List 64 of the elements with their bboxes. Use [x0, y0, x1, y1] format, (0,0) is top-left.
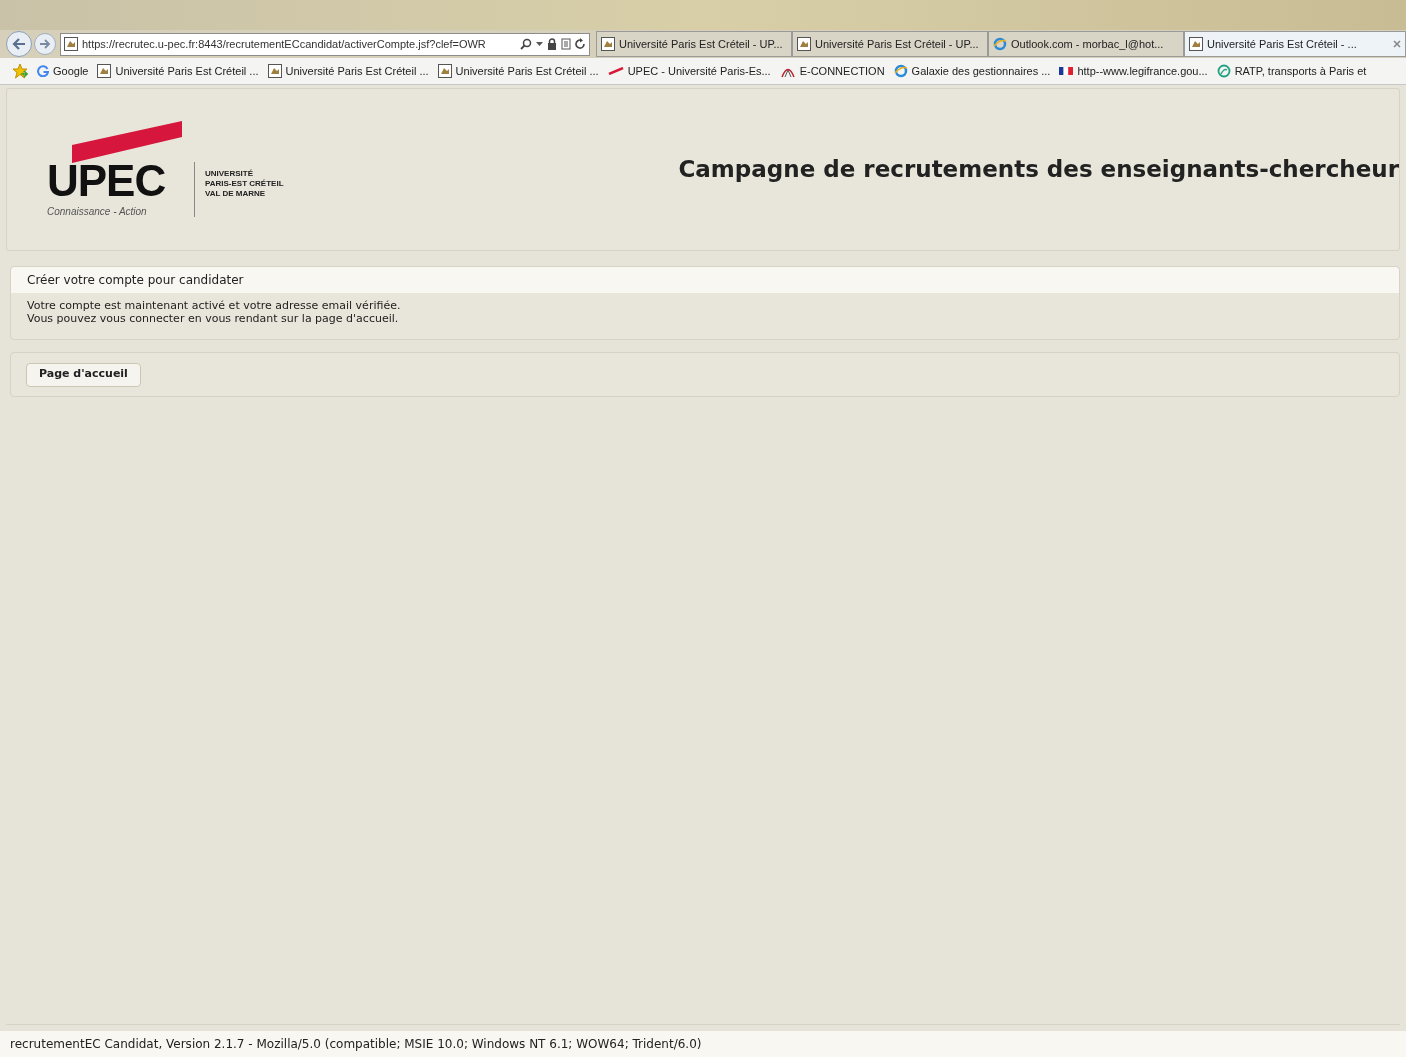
- site-icon: [797, 37, 811, 51]
- favorite-link[interactable]: Galaxie des gestionnaires ...: [893, 62, 1051, 80]
- favorite-label: UPEC - Université Paris-Es...: [627, 63, 771, 79]
- ratp-icon: [1216, 64, 1231, 78]
- tab-label: Université Paris Est Créteil - UP...: [619, 36, 783, 52]
- tab-label: Outlook.com - morbac_l@hot...: [1011, 36, 1164, 52]
- browser-tab[interactable]: Outlook.com - morbac_l@hot...: [988, 31, 1184, 57]
- site-icon: [64, 37, 78, 51]
- lock-icon: [547, 38, 557, 50]
- message-text: Vous pouvez vous connecter en vous rendant sur la page d'accueil.: [27, 312, 400, 325]
- favorite-link[interactable]: Université Paris Est Créteil ...: [437, 62, 599, 80]
- site-icon: [601, 37, 615, 51]
- left-arrow-icon: [12, 38, 26, 50]
- close-icon[interactable]: [1393, 40, 1401, 48]
- message-text: Votre compte est maintenant activé et votre adresse email vérifiée.: [27, 299, 402, 312]
- site-icon: [97, 64, 112, 78]
- tab-label: Université Paris Est Créteil - UP...: [815, 36, 979, 52]
- forward-button[interactable]: [34, 33, 56, 55]
- browser-tab[interactable]: Université Paris Est Créteil - ...: [1184, 31, 1406, 57]
- dropdown-icon: [536, 42, 543, 46]
- favorite-link[interactable]: http--www.legifrance.gou...: [1059, 62, 1208, 80]
- logo-text: VAL DE MARNE: [205, 188, 267, 199]
- logo-text: PARIS-EST CRÉTEIL: [205, 178, 284, 189]
- home-page-button[interactable]: Page d'accueil: [26, 362, 141, 387]
- favorite-link[interactable]: RATP, transports à Paris et: [1216, 62, 1367, 80]
- site-icon: [1189, 37, 1203, 51]
- footer-text: recrutementEC Candidat, Version 2.1.7 - Mozilla/5.0 (compatible; MSIE 10.0; Windows NT 6.1; WOW64; Trident/6.0): [10, 1036, 702, 1053]
- back-button[interactable]: [6, 31, 32, 57]
- favorite-label: RATP, transports à Paris et: [1234, 63, 1367, 79]
- favorite-link[interactable]: UPEC - Université Paris-Es...: [607, 62, 771, 80]
- favorite-label: Université Paris Est Créteil ...: [115, 63, 259, 79]
- favorite-link[interactable]: Université Paris Est Créteil ...: [267, 62, 429, 80]
- favorite-link[interactable]: E-CONNECTION: [779, 62, 885, 80]
- slash-icon: [607, 67, 624, 75]
- logo-text: UNIVERSITÉ: [205, 168, 254, 179]
- favorite-label: Université Paris Est Créteil ...: [285, 63, 429, 79]
- favorite-label: Google: [53, 63, 89, 79]
- logo-wordmark: UPEC: [47, 160, 167, 201]
- favorite-label: Université Paris Est Créteil ...: [455, 63, 599, 79]
- browser-tab[interactable]: Université Paris Est Créteil - UP...: [792, 31, 988, 57]
- browser-tab[interactable]: Université Paris Est Créteil - UP...: [596, 31, 792, 57]
- favorite-label: http--www.legifrance.gou...: [1077, 63, 1208, 79]
- star-icon[interactable]: [12, 63, 28, 79]
- favorite-label: E-CONNECTION: [799, 63, 885, 79]
- google-icon: [37, 65, 49, 77]
- logo-bar-icon: [72, 120, 184, 163]
- tab-label: Université Paris Est Créteil - ...: [1207, 36, 1357, 52]
- favorite-label: Galaxie des gestionnaires ...: [911, 63, 1051, 79]
- document-icon: [561, 38, 571, 50]
- logo-tagline: Connaissance - Action: [47, 204, 148, 219]
- address-bar[interactable]: https://recrutec.u-pec.fr:8443/recrutementECcandidat/activerCompte.jsf?clef=OWR: [60, 32, 590, 56]
- page-title: Campagne de recrutements des enseignants-chercheur: [678, 155, 1399, 185]
- refresh-icon: [575, 38, 586, 50]
- site-icon: [267, 64, 282, 78]
- ie-icon: [993, 37, 1007, 51]
- search-icon: [520, 38, 532, 50]
- section-title: Créer votre compte pour candidater: [27, 272, 244, 289]
- flag-icon: [1059, 67, 1074, 75]
- right-arrow-icon: [39, 39, 51, 49]
- ie-icon: [893, 64, 908, 78]
- favorite-link[interactable]: Université Paris Est Créteil ...: [97, 62, 259, 80]
- url-text: https://recrutec.u-pec.fr:8443/recrutementECcandidat/activerCompte.jsf?clef=OWR: [82, 36, 486, 52]
- site-icon: [437, 64, 452, 78]
- favorite-link[interactable]: Google: [37, 62, 89, 80]
